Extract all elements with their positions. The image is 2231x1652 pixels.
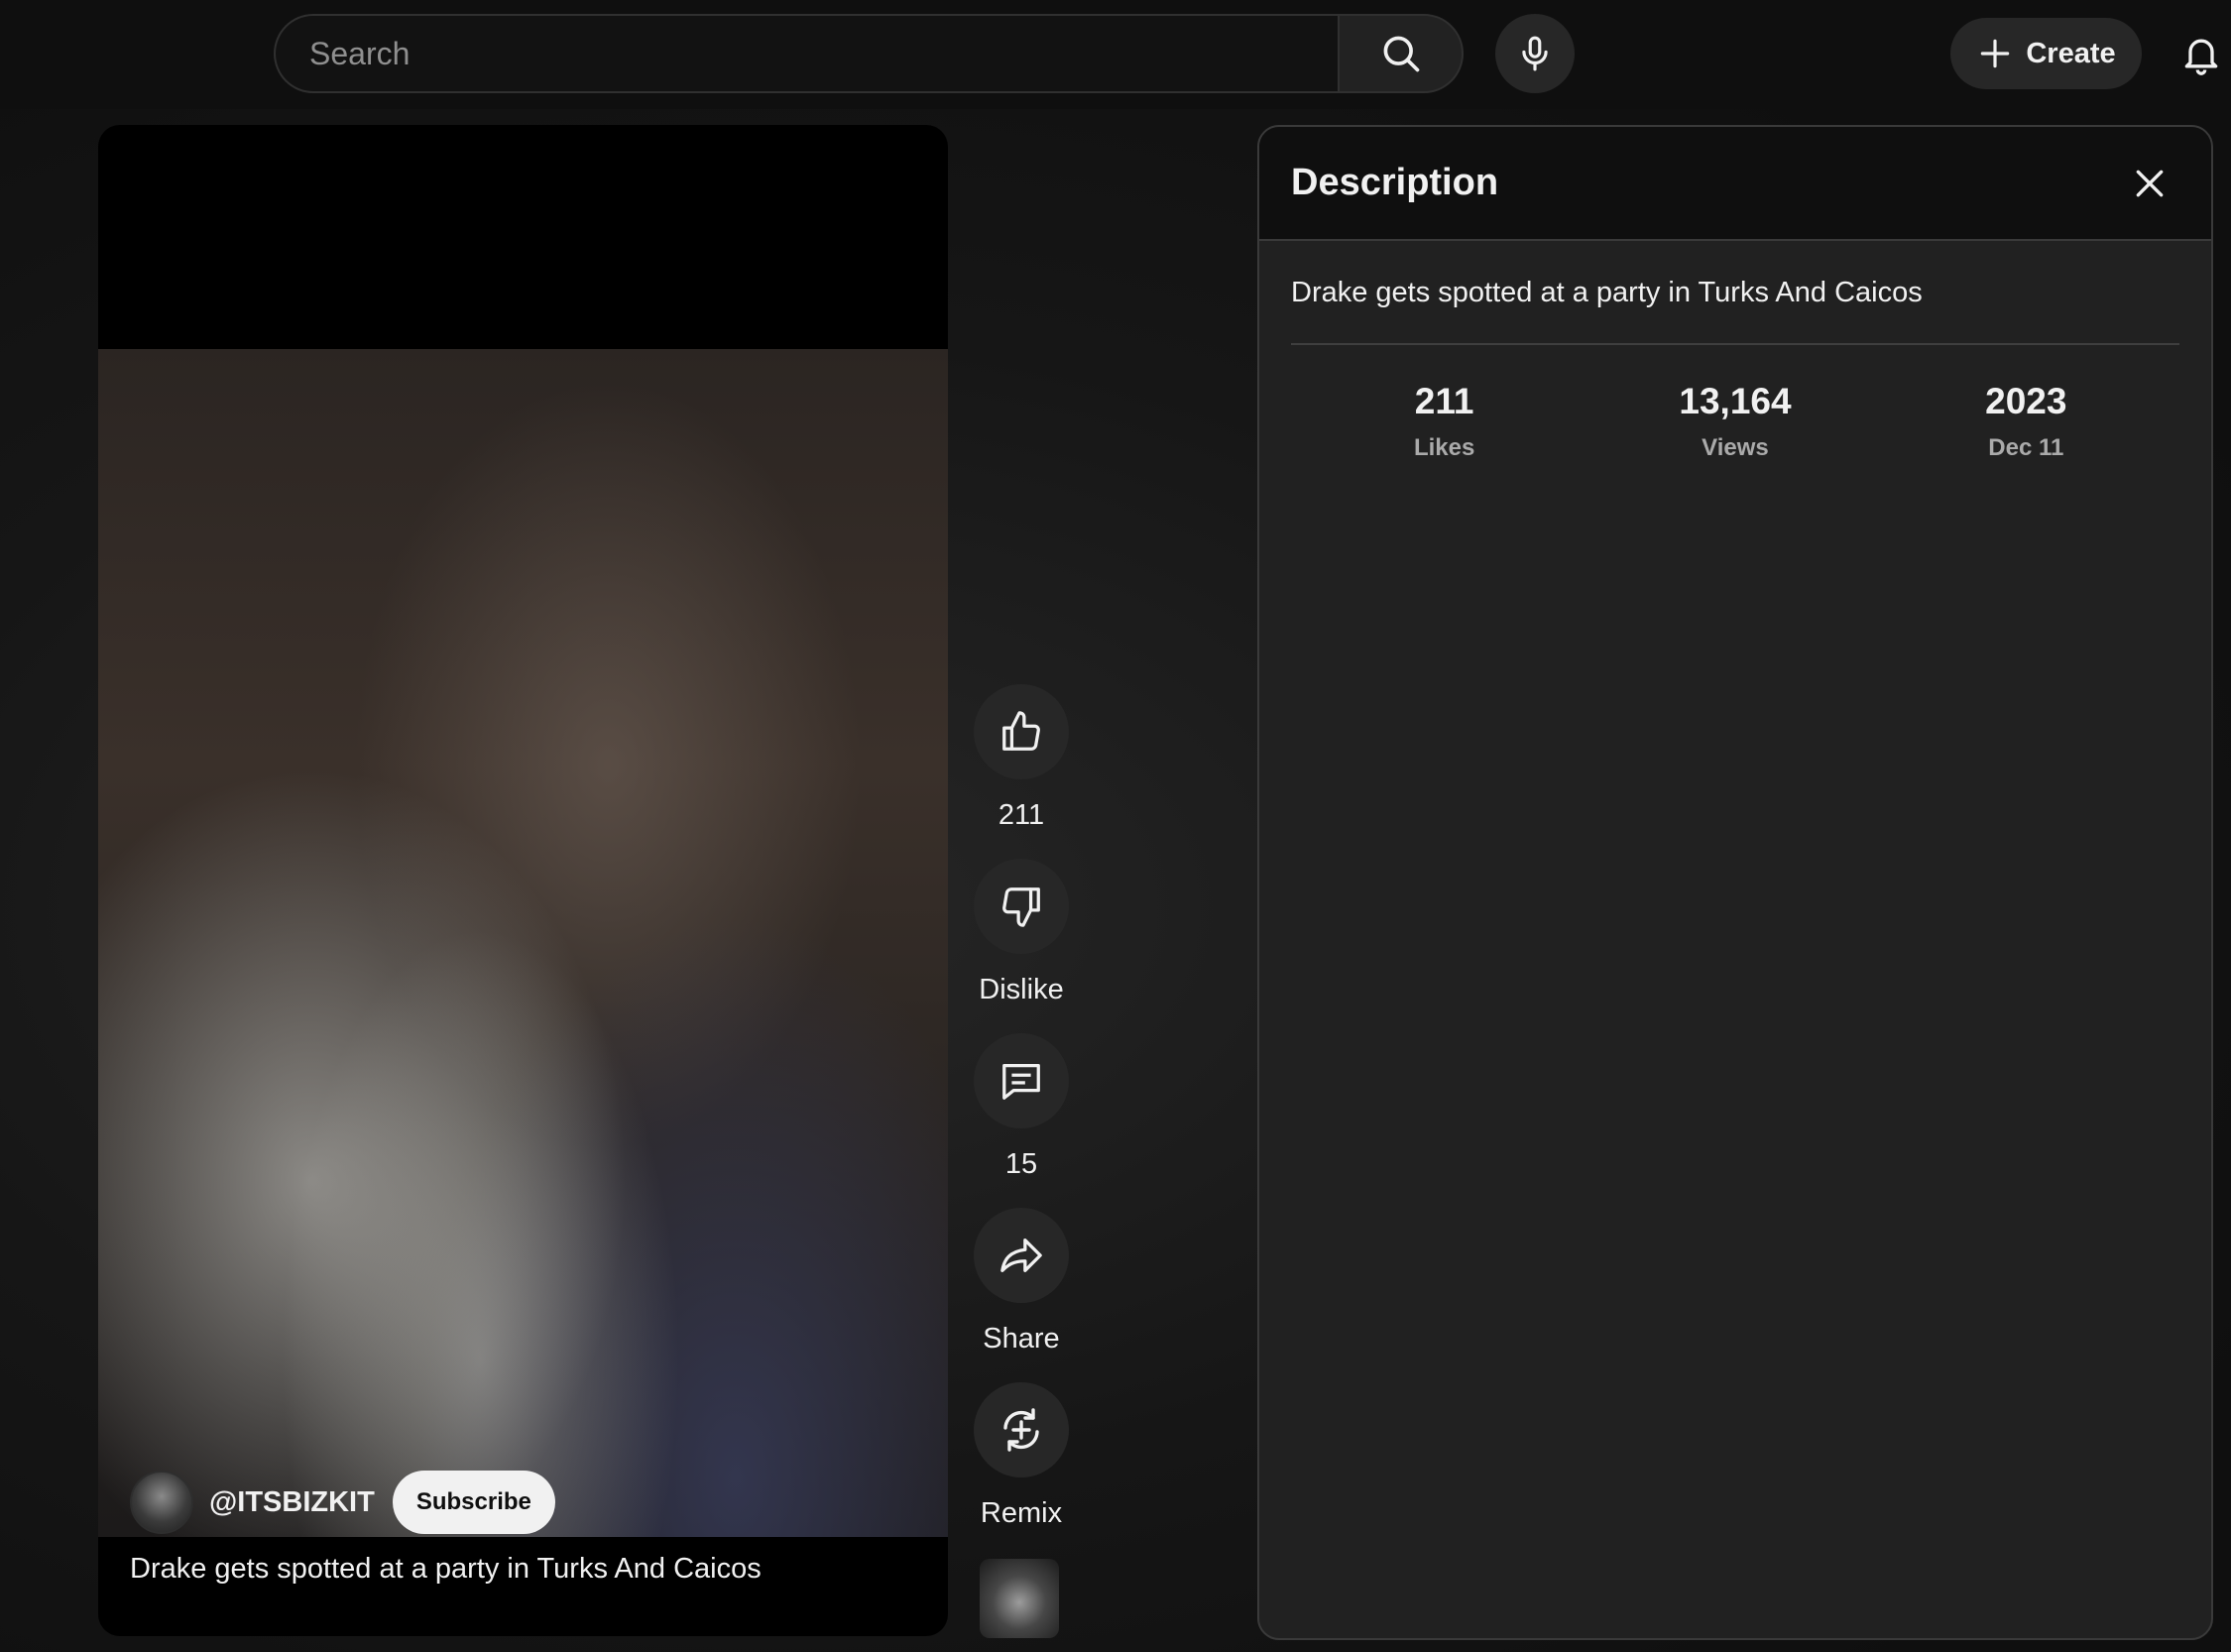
like-action: 211 <box>972 684 1071 832</box>
remix-icon <box>1003 1408 1039 1452</box>
notifications-button[interactable] <box>2172 22 2231 85</box>
stat-label: Views <box>1702 434 1769 461</box>
dislike-action: Dislike <box>972 859 1071 1006</box>
search-box <box>274 14 1338 93</box>
channel-name[interactable]: @ITSBIZKIT <box>209 1486 375 1519</box>
stat-value: 2023 <box>1985 381 2067 421</box>
share-icon <box>1000 1239 1042 1272</box>
comment-count: 15 <box>1004 1148 1038 1180</box>
close-description-button[interactable] <box>2120 154 2179 213</box>
thumbs-down-icon <box>1002 887 1040 927</box>
create-button[interactable]: Create <box>1950 18 2142 89</box>
video-title[interactable]: Drake gets spotted at a party in Turks A… <box>130 1553 762 1586</box>
stat-value: 13,164 <box>1679 381 1792 421</box>
plus-icon <box>1981 39 2010 68</box>
share-label: Share <box>983 1323 1060 1355</box>
comments-button[interactable] <box>974 1033 1069 1128</box>
share-button[interactable] <box>974 1208 1069 1303</box>
channel-avatar[interactable] <box>130 1471 193 1534</box>
sound-thumbnail[interactable] <box>980 1559 1059 1638</box>
comment-icon <box>1002 1064 1040 1100</box>
stat-date: 2023 Dec 11 <box>1897 381 2155 462</box>
bell-icon <box>2184 39 2218 75</box>
stat-views: 13,164 Views <box>1606 381 1864 462</box>
top-bar: Create <box>0 0 2231 109</box>
share-action: Share <box>972 1208 1071 1356</box>
close-icon <box>2136 170 2164 196</box>
stat-label: Likes <box>1413 434 1475 461</box>
remix-label: Remix <box>980 1497 1063 1529</box>
remix-button[interactable] <box>974 1382 1069 1477</box>
dislike-label: Dislike <box>979 974 1064 1005</box>
description-panel: Description Drake gets spotted at a part… <box>1257 125 2213 1640</box>
description-title: Description <box>1291 162 1499 203</box>
like-count: 211 <box>998 799 1045 831</box>
create-label: Create <box>2026 37 2116 69</box>
channel-row: @ITSBIZKIT Subscribe <box>130 1470 555 1535</box>
like-button[interactable] <box>974 684 1069 779</box>
remix-action: Remix <box>972 1382 1071 1530</box>
stat-value: 211 <box>1414 381 1474 421</box>
video-frame[interactable] <box>98 349 948 1537</box>
comments-action: 15 <box>972 1033 1071 1181</box>
description-stats: 211 Likes 13,164 Views 2023 Dec 11 <box>1259 381 2211 462</box>
search-input[interactable] <box>276 16 1338 91</box>
microphone-icon <box>1522 36 1548 71</box>
video-player[interactable]: @ITSBIZKIT Subscribe Drake gets spotted … <box>98 125 948 1636</box>
shorts-page: Create @ITSBIZKIT Subscribe Drake gets s… <box>0 0 2231 1652</box>
voice-search-button[interactable] <box>1495 14 1575 93</box>
dislike-button[interactable] <box>974 859 1069 954</box>
description-text: Drake gets spotted at a party in Turks A… <box>1291 277 2179 345</box>
thumbs-up-icon <box>1002 711 1040 751</box>
stat-likes: 211 Likes <box>1316 381 1574 462</box>
search-icon <box>1383 36 1419 72</box>
search-button[interactable] <box>1338 14 1464 93</box>
subscribe-button[interactable]: Subscribe <box>392 1471 555 1534</box>
stat-label: Dec 11 <box>1988 434 2064 461</box>
description-header: Description <box>1259 127 2211 241</box>
